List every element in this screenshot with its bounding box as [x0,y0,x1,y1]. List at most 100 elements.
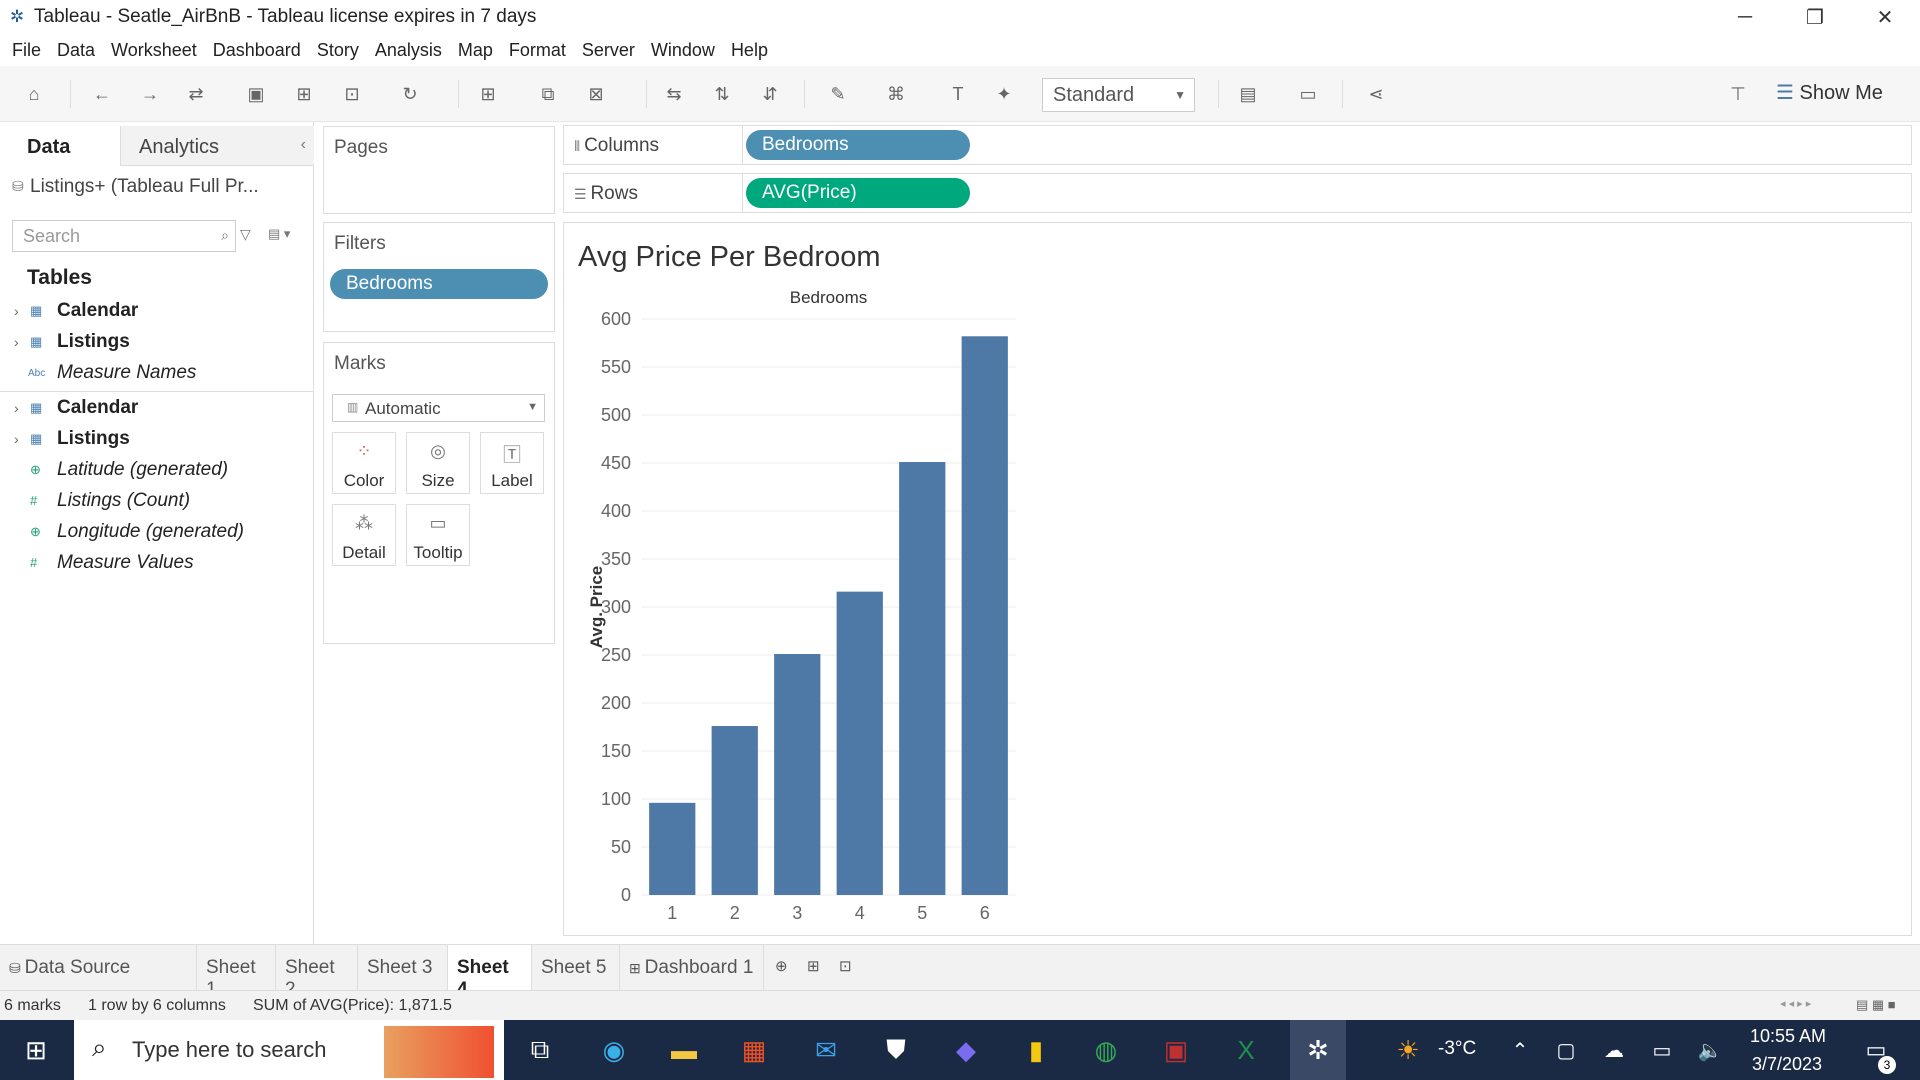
refresh-icon[interactable]: ↻ [396,80,424,108]
menu-file[interactable]: File [4,40,49,61]
swap-rows-columns-icon[interactable]: ⇆ [660,80,688,108]
size-button[interactable]: ◎ Size [406,432,470,494]
show-hidden-icons-icon[interactable]: ⌃ [1500,1030,1540,1070]
maximize-button[interactable]: ❐ [1780,0,1850,34]
expand-icon[interactable]: › [14,431,19,447]
clock-date[interactable]: 3/7/2023 [1752,1054,1822,1075]
tab-sheet-1[interactable]: Sheet 1 [196,945,276,1000]
new-dashboard-tab-icon[interactable]: ⊞ [798,945,830,991]
tab-sheet-5[interactable]: Sheet 5 [532,945,620,991]
show-cards-icon[interactable]: ▤ [1234,80,1262,108]
clear-sheet-icon[interactable]: ⊠ [582,80,610,108]
show-me-button[interactable]: ☰ Show Me [1776,80,1883,105]
filter-pill-bedrooms[interactable]: Bedrooms [330,269,548,299]
field-item[interactable]: ⊕ Latitude (generated) [0,457,314,485]
meet-now-icon[interactable]: ▢ [1546,1030,1586,1070]
close-button[interactable]: ✕ [1850,0,1920,34]
field-item[interactable]: › ▦ Calendar [0,298,314,326]
mail-icon[interactable]: ✉ [806,1030,846,1070]
columns-shelf[interactable]: ⦀ Columns Bedrooms [563,125,1912,165]
security-icon[interactable]: ⛊ [876,1030,916,1070]
tab-analytics[interactable]: Analytics ‹ [120,126,314,166]
onedrive-icon[interactable]: ☁ [1594,1030,1634,1070]
detail-button[interactable]: ⁂ Detail [332,504,396,566]
pause-updates-icon[interactable]: ⊡ [338,80,366,108]
view-options-icon[interactable]: ▤ ▾ [268,226,290,242]
power-bi-icon[interactable]: ▮ [1016,1030,1056,1070]
edge-icon[interactable]: ◉ [594,1030,634,1070]
chrome-icon[interactable]: ◍ [1086,1030,1126,1070]
field-item[interactable]: › ▦ Listings [0,329,314,357]
tab-data-source[interactable]: ⛁ Data Source [0,945,196,991]
tab-sheet-4[interactable]: Sheet 4 [448,945,532,1000]
pages-card[interactable]: Pages [323,126,555,214]
new-worksheet-icon[interactable]: ⊞ [474,80,502,108]
tooltip-button[interactable]: ▭ Tooltip [406,504,470,566]
new-data-source-icon[interactable]: ⊞ [290,80,318,108]
menu-worksheet[interactable]: Worksheet [103,40,205,61]
collapse-panel-icon[interactable]: ‹ [301,136,306,154]
expand-icon[interactable]: › [14,334,19,350]
home-icon[interactable]: ⌂ [20,80,48,108]
store-icon[interactable]: ▦ [734,1030,774,1070]
redo-icon[interactable]: → [136,80,164,108]
menu-help[interactable]: Help [723,40,776,61]
tab-sheet-2[interactable]: Sheet 2 [276,945,358,1000]
new-worksheet-tab-icon[interactable]: ⊕ [766,945,798,991]
expand-icon[interactable]: › [14,303,19,319]
tab-nav-arrows-icon[interactable]: ◂ ◂ ▸ ▸ [1780,997,1811,1010]
search-input[interactable]: Search ⌕ [12,220,236,252]
view-mode-icons[interactable]: ▤ ▦ ■ [1856,997,1896,1013]
group-icon[interactable]: ⌘ [882,80,910,108]
clock-time[interactable]: 10:55 AM [1750,1026,1826,1047]
rows-shelf[interactable]: ☰ Rows AVG(Price) [563,173,1912,213]
copilot-icon[interactable]: ◆ [946,1030,986,1070]
presentation-mode-icon[interactable]: ▭ [1294,80,1322,108]
expand-icon[interactable]: › [14,400,19,416]
taskbar-search[interactable]: ⌕ Type here to search [74,1020,504,1080]
field-item[interactable]: # Measure Values [0,550,314,578]
task-view-icon[interactable]: ⧉ [520,1030,560,1070]
file-explorer-icon[interactable]: ▬ [664,1030,704,1070]
columns-pill-bedrooms[interactable]: Bedrooms [746,130,970,160]
fit-dropdown[interactable]: Standard ▼ [1042,78,1195,112]
menu-map[interactable]: Map [450,40,501,61]
battery-icon[interactable]: ▭ [1642,1030,1682,1070]
color-button[interactable]: ⁘ Color [332,432,396,494]
field-item[interactable]: › ▦ Calendar [0,395,314,423]
menu-story[interactable]: Story [309,40,367,61]
save-icon[interactable]: ▣ [242,80,270,108]
field-item[interactable]: Abc Measure Names [0,360,314,388]
field-item[interactable]: # Listings (Count) [0,488,314,516]
duplicate-sheet-icon[interactable]: ⧉ [534,80,562,108]
menu-analysis[interactable]: Analysis [367,40,450,61]
menu-data[interactable]: Data [49,40,103,61]
volume-icon[interactable]: 🔈 [1690,1030,1730,1070]
filters-card[interactable]: Filters Bedrooms [323,222,555,332]
field-item[interactable]: › ▦ Listings [0,426,314,454]
tab-dashboard-1[interactable]: ⊞ Dashboard 1 [620,945,764,991]
fix-axes-icon[interactable]: ✦ [990,80,1018,108]
undo-icon[interactable]: ← [88,80,116,108]
label-button[interactable]: 🅃 Label [480,432,544,494]
format-painter-icon[interactable]: ⊤ [1724,80,1752,108]
tab-sheet-3[interactable]: Sheet 3 [358,945,448,991]
filter-icon[interactable]: ▽ [240,226,251,243]
tableau-taskbar-icon[interactable]: ✲ [1290,1020,1346,1080]
highlight-icon[interactable]: ✎ [824,80,852,108]
menu-window[interactable]: Window [643,40,723,61]
new-story-tab-icon[interactable]: ⊡ [830,945,862,991]
menu-server[interactable]: Server [574,40,643,61]
menu-dashboard[interactable]: Dashboard [205,40,309,61]
minimize-button[interactable]: ─ [1710,0,1780,34]
windows-start-icon[interactable]: ⊞ [16,1030,56,1070]
field-item[interactable]: ⊕ Longitude (generated) [0,519,314,547]
tab-data[interactable]: Data [0,126,120,166]
sort-descending-icon[interactable]: ⇵ [756,80,784,108]
excel-icon[interactable]: X [1226,1030,1266,1070]
winrar-icon[interactable]: ▣ [1156,1030,1196,1070]
show-labels-icon[interactable]: T [944,80,972,108]
redo-back-icon[interactable]: ⇄ [182,80,210,108]
sort-ascending-icon[interactable]: ⇅ [708,80,736,108]
rows-pill-avg-price[interactable]: AVG(Price) [746,178,970,208]
